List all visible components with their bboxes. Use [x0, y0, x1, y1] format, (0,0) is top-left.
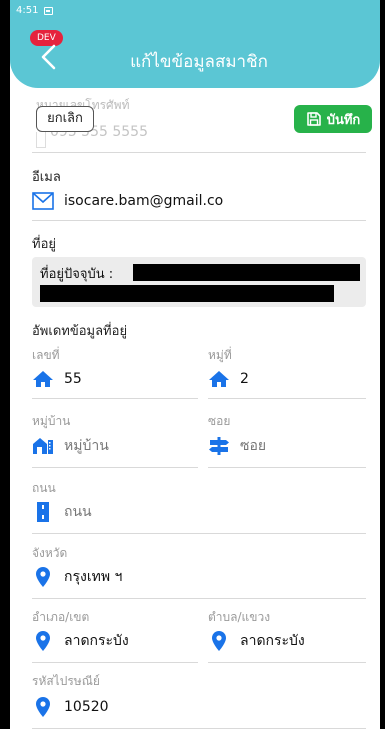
- district-value: ลาดกระบัง: [64, 633, 129, 649]
- district-label: อำเภอ/เขต: [32, 610, 90, 624]
- subdistrict-value: ลาดกระบัง: [240, 633, 305, 649]
- road-placeholder: ถนน: [64, 504, 92, 520]
- save-button[interactable]: บันทึก: [294, 105, 372, 133]
- email-label: อีเมล: [32, 170, 61, 185]
- road-label: ถนน: [32, 481, 56, 495]
- location-pin-icon: [36, 567, 50, 587]
- postcode-value: 10520: [64, 699, 109, 715]
- soi-placeholder: ซอย: [240, 438, 267, 454]
- soi-field[interactable]: ซอย: [208, 435, 366, 468]
- postcode-label: รหัสไปรษณีย์: [32, 674, 100, 688]
- header-bar: 4:51 DEV แก้ไขข้อมูลสมาชิก: [10, 0, 380, 88]
- status-bar: 4:51: [16, 5, 54, 16]
- village-house-icon: [33, 438, 53, 454]
- phone-icon: [36, 132, 46, 148]
- current-address-prefix: ที่อยู่ปัจจุบัน :: [40, 267, 114, 282]
- subdistrict-field[interactable]: ลาดกระบัง: [208, 630, 366, 663]
- email-value: isocare.bam@gmail.co: [64, 193, 224, 209]
- page-title: แก้ไขข้อมูลสมาชิก: [130, 52, 268, 72]
- redacted-block: [133, 264, 360, 281]
- postcode-field[interactable]: 10520: [32, 696, 366, 729]
- road-field[interactable]: ถนน: [32, 501, 366, 534]
- signpost-icon: [209, 437, 229, 455]
- update-section-title: อัพเดทข้อมูลที่อยู่: [32, 324, 128, 339]
- subdistrict-label: ตำบล/แขวง: [208, 610, 271, 624]
- save-disk-icon: [306, 112, 321, 126]
- email-field[interactable]: isocare.bam@gmail.co: [32, 192, 366, 221]
- app-screen: 4:51 DEV แก้ไขข้อมูลสมาชิก หมายเลขโทรศัพ…: [10, 0, 380, 729]
- province-label: จังหวัด: [32, 546, 68, 560]
- moo-field[interactable]: 2: [208, 370, 366, 399]
- house-no-label: เลขที่: [32, 348, 60, 362]
- soi-label: ซอย: [208, 414, 231, 428]
- cancel-button[interactable]: ยกเลิก: [36, 106, 94, 132]
- village-field[interactable]: หมู่บ้าน: [32, 435, 198, 468]
- status-time: 4:51: [16, 5, 39, 16]
- location-pin-icon: [36, 697, 50, 717]
- house-no-field[interactable]: 55: [32, 370, 198, 399]
- save-button-label: บันทึก: [326, 112, 361, 128]
- moo-label: หมู่ที่: [208, 348, 232, 362]
- address-label: ที่อยู่: [32, 237, 56, 252]
- province-value: กรุงเทพ ฯ: [64, 569, 123, 585]
- moo-value: 2: [240, 371, 249, 387]
- home-icon: [209, 371, 229, 387]
- notification-icon: [44, 6, 54, 15]
- location-pin-icon: [36, 631, 50, 651]
- district-field[interactable]: ลาดกระบัง: [32, 630, 198, 663]
- home-icon: [33, 371, 53, 387]
- location-pin-icon: [212, 631, 226, 651]
- phone-underline: [32, 152, 366, 153]
- house-no-value: 55: [64, 371, 82, 387]
- province-field[interactable]: กรุงเทพ ฯ: [32, 566, 366, 599]
- road-icon: [37, 502, 49, 522]
- village-placeholder: หมู่บ้าน: [64, 438, 109, 454]
- current-address-box: ที่อยู่ปัจจุบัน :: [32, 257, 366, 307]
- village-label: หมู่บ้าน: [32, 414, 71, 428]
- envelope-icon: [32, 192, 54, 210]
- redacted-block: [40, 285, 334, 302]
